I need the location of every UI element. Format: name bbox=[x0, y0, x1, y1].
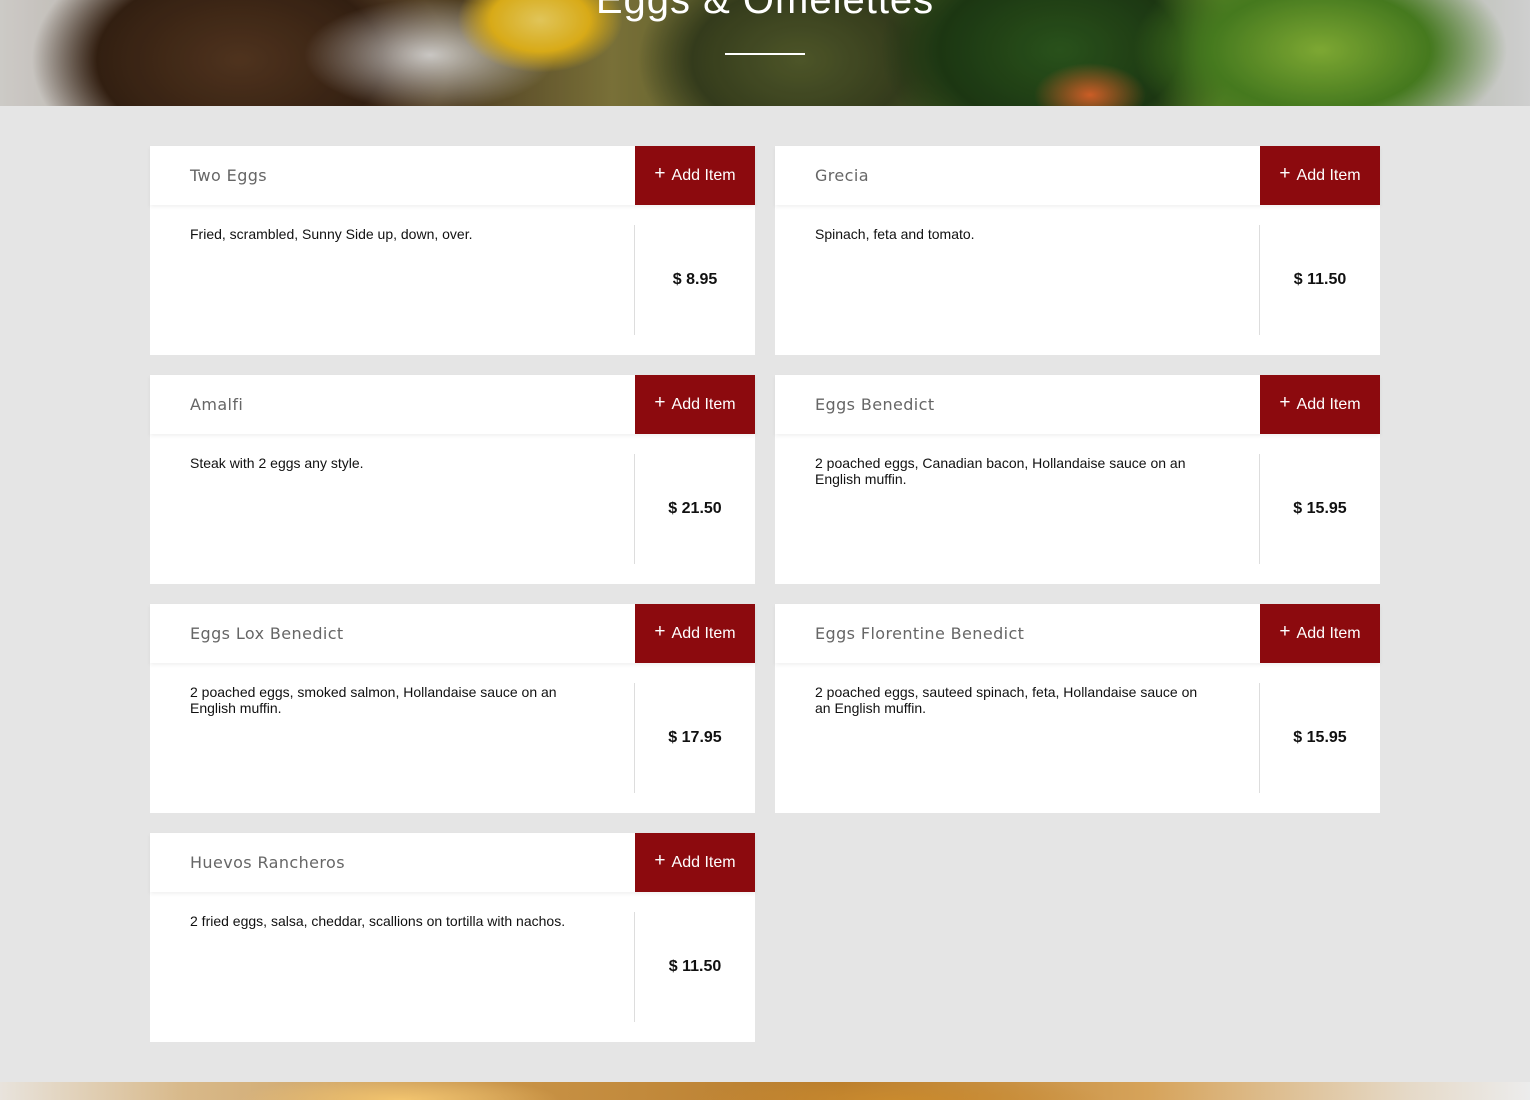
add-item-label: Add Item bbox=[671, 853, 736, 871]
menu-item-card: Eggs Benedict + Add Item 2 poached eggs,… bbox=[775, 375, 1380, 584]
add-item-label: Add Item bbox=[671, 624, 736, 642]
menu-item-card: Two Eggs + Add Item Fried, scrambled, Su… bbox=[150, 146, 755, 355]
add-item-label: Add Item bbox=[1296, 624, 1361, 642]
menu-item-header: Eggs Lox Benedict + Add Item bbox=[150, 604, 755, 663]
add-item-button[interactable]: + Add Item bbox=[635, 833, 755, 892]
menu-item-description: Steak with 2 eggs any style. bbox=[190, 455, 364, 471]
menu-item-name: Two Eggs bbox=[190, 166, 268, 185]
menu-item-description: 2 poached eggs, smoked salmon, Hollandai… bbox=[190, 684, 557, 716]
menu-item-price: $ 11.50 bbox=[668, 958, 722, 975]
menu-item-header: Eggs Florentine Benedict + Add Item bbox=[775, 604, 1380, 663]
menu-item-card: Grecia + Add Item Spinach, feta and toma… bbox=[775, 146, 1380, 355]
menu-item-header: Grecia + Add Item bbox=[775, 146, 1380, 205]
menu-item-card: Eggs Lox Benedict + Add Item 2 poached e… bbox=[150, 604, 755, 813]
menu-item-card: Huevos Rancheros + Add Item 2 fried eggs… bbox=[150, 833, 755, 1042]
menu-item-description: Spinach, feta and tomato. bbox=[815, 226, 975, 242]
menu-item-card: Amalfi + Add Item Steak with 2 eggs any … bbox=[150, 375, 755, 584]
menu-item-card: Eggs Florentine Benedict + Add Item 2 po… bbox=[775, 604, 1380, 813]
add-item-label: Add Item bbox=[671, 395, 736, 413]
menu-item-description: 2 poached eggs, Canadian bacon, Hollanda… bbox=[815, 455, 1186, 487]
menu-item-name: Eggs Benedict bbox=[815, 395, 935, 414]
menu-item-header: Huevos Rancheros + Add Item bbox=[150, 833, 755, 892]
menu-item-price: $ 15.95 bbox=[1293, 729, 1347, 746]
menu-item-name: Grecia bbox=[815, 166, 869, 185]
menu-item-price: $ 21.50 bbox=[668, 500, 722, 517]
menu-item-name: Huevos Rancheros bbox=[190, 853, 345, 872]
menu-item-price: $ 11.50 bbox=[1293, 271, 1347, 288]
plus-icon: + bbox=[654, 849, 666, 871]
plus-icon: + bbox=[654, 620, 666, 642]
add-item-button[interactable]: + Add Item bbox=[1260, 604, 1380, 663]
menu-item-header: Two Eggs + Add Item bbox=[150, 146, 755, 205]
menu-item-price: $ 17.95 bbox=[668, 729, 722, 746]
add-item-button[interactable]: + Add Item bbox=[635, 375, 755, 434]
plus-icon: + bbox=[1279, 620, 1291, 642]
add-item-label: Add Item bbox=[671, 166, 736, 184]
plus-icon: + bbox=[1279, 162, 1291, 184]
menu-item-price: $ 8.95 bbox=[672, 271, 718, 288]
menu-item-price: $ 15.95 bbox=[1293, 500, 1347, 517]
hero-banner: Eggs & Omelettes bbox=[0, 0, 1530, 106]
menu-item-header: Amalfi + Add Item bbox=[150, 375, 755, 434]
menu-item-description: 2 fried eggs, salsa, cheddar, scallions … bbox=[190, 913, 566, 929]
add-item-button[interactable]: + Add Item bbox=[1260, 146, 1380, 205]
plus-icon: + bbox=[654, 391, 666, 413]
title-underline bbox=[725, 53, 805, 55]
section-title: Eggs & Omelettes bbox=[595, 0, 935, 22]
menu-item-description: 2 poached eggs, sauteed spinach, feta, H… bbox=[815, 684, 1198, 716]
add-item-label: Add Item bbox=[1296, 166, 1361, 184]
menu-item-name: Eggs Lox Benedict bbox=[190, 624, 344, 643]
plus-icon: + bbox=[654, 162, 666, 184]
menu-item-name: Eggs Florentine Benedict bbox=[815, 624, 1025, 643]
menu-item-name: Amalfi bbox=[190, 395, 244, 414]
add-item-button[interactable]: + Add Item bbox=[1260, 375, 1380, 434]
add-item-label: Add Item bbox=[1296, 395, 1361, 413]
add-item-button[interactable]: + Add Item bbox=[635, 146, 755, 205]
add-item-button[interactable]: + Add Item bbox=[635, 604, 755, 663]
menu-item-header: Eggs Benedict + Add Item bbox=[775, 375, 1380, 434]
menu-item-description: Fried, scrambled, Sunny Side up, down, o… bbox=[190, 226, 473, 242]
plus-icon: + bbox=[1279, 391, 1291, 413]
next-section-banner bbox=[0, 1082, 1530, 1100]
